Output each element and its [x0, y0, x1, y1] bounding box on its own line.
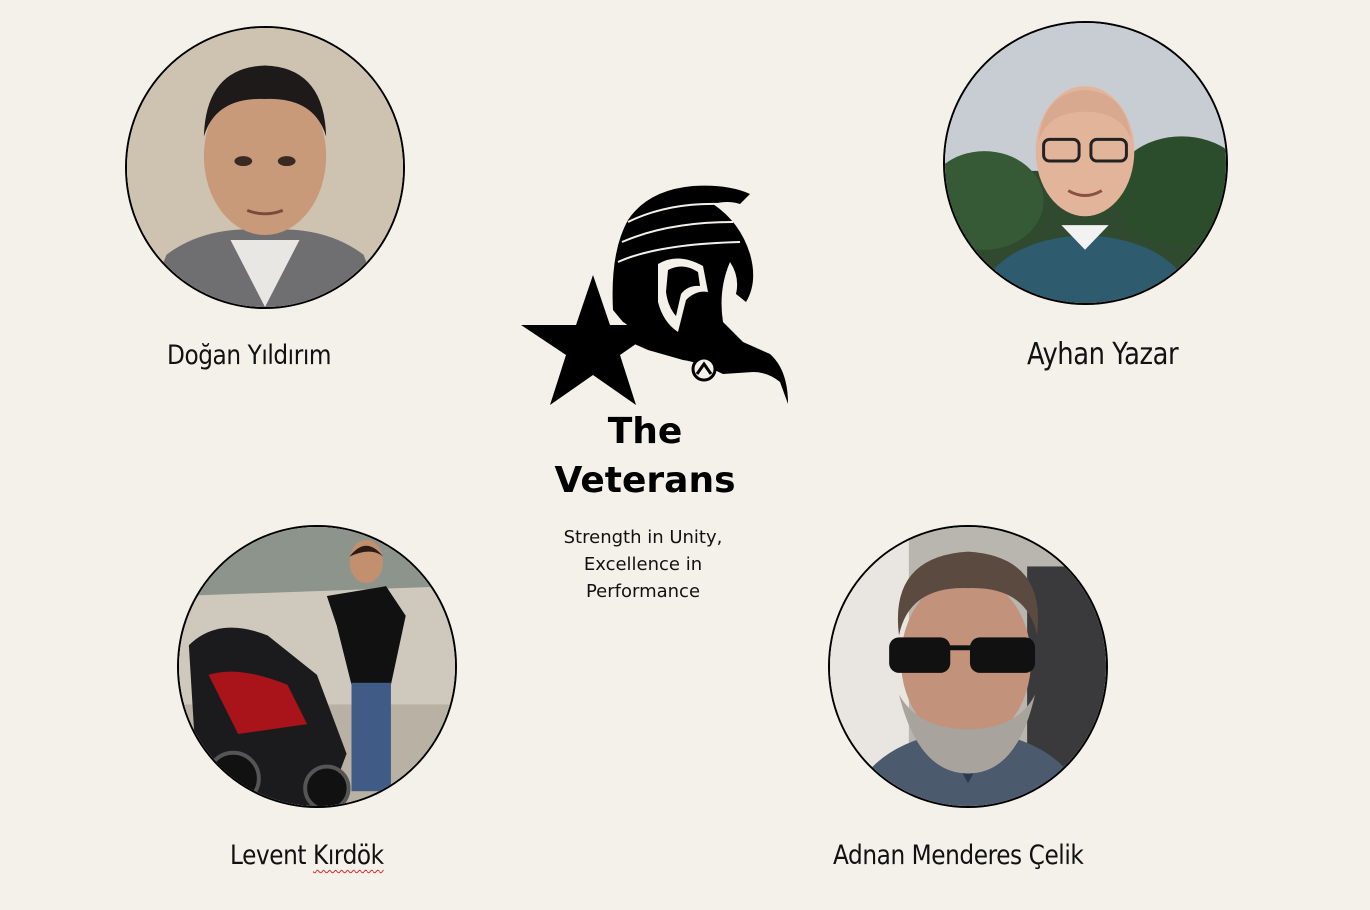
member-first-name: Levent [230, 840, 307, 871]
member-surname-spellcheck: Kırdök [313, 840, 384, 871]
team-title-line-2: Veterans [554, 460, 736, 501]
avatar-levent-kirdok [177, 525, 457, 808]
team-tagline: Strength in Unity, Excellence in Perform… [563, 527, 723, 602]
member-name-dogan-yildirim: Doğan Yıldırım [167, 340, 332, 371]
member-name-adnan-menderes-celik: Adnan Menderes Çelik [833, 840, 1084, 871]
avatar-ayhan-yazar [943, 21, 1228, 305]
portrait-photo [945, 23, 1226, 303]
avatar-dogan-yildirim [125, 26, 405, 309]
portrait-photo [830, 527, 1106, 806]
member-name-levent-kirdok: Levent Kırdök [230, 840, 384, 871]
portrait-photo [179, 527, 455, 806]
team-title-line-1: The [607, 411, 683, 452]
member-name-ayhan-yazar: Ayhan Yazar [1027, 337, 1179, 372]
team-logo [521, 185, 788, 405]
avatar-adnan-menderes-celik [828, 525, 1108, 808]
portrait-photo [127, 28, 403, 307]
